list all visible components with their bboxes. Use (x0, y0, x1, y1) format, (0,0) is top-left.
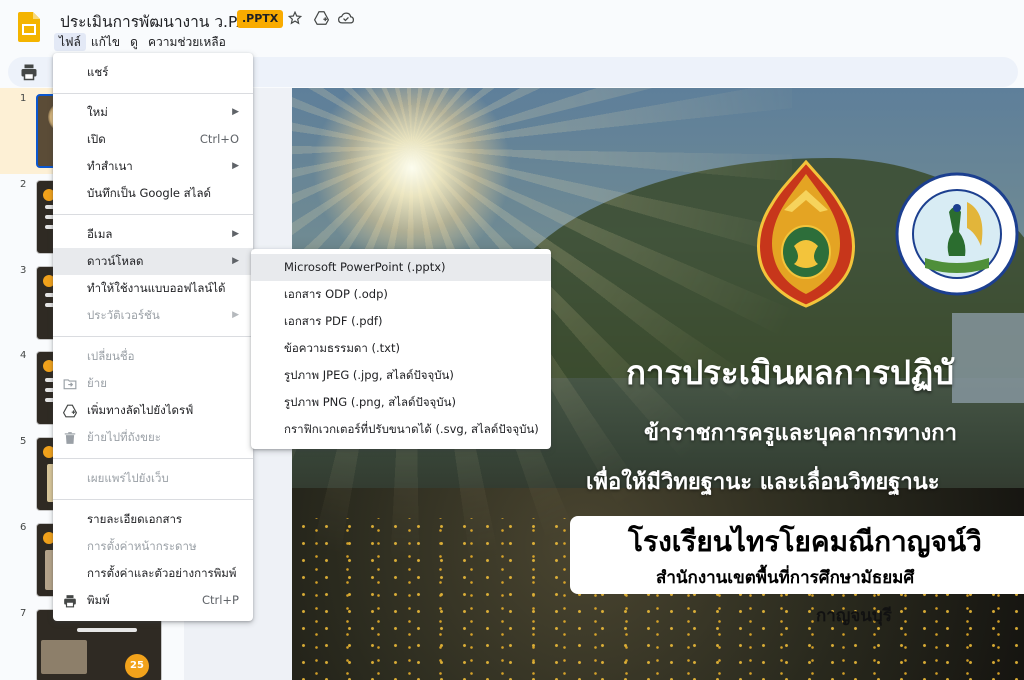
file-menu: แชร์ ใหม่ ▶ เปิด Ctrl+O ทำสำเนา ▶ บันทึกเป็… (53, 53, 253, 621)
menu-item-download[interactable]: ดาวน์โหลด ▶ (53, 248, 253, 275)
download-svg[interactable]: กราฟิกเวกเตอร์ที่ปรับขนาดได้ (.svg, สไลด… (251, 416, 551, 443)
school-name-box: โรงเรียนไทรโยคมณีกาญจน์วิ สำนักงานเขตพื้… (570, 516, 1024, 594)
slide-number: 2 (20, 179, 27, 190)
print-icon (64, 595, 76, 608)
menu-help[interactable]: ความช่วยเหลือ (143, 33, 231, 51)
download-txt[interactable]: ข้อความธรรมดา (.txt) (251, 335, 551, 362)
menu-item-publish[interactable]: เผยแพร่ไปยังเว็บ (53, 465, 253, 492)
slide-number: 4 (20, 350, 27, 361)
download-png[interactable]: รูปภาพ PNG (.png, สไลด์ปัจจุบัน) (251, 389, 551, 416)
province-name: กาญจนบุรี (816, 606, 892, 626)
trash-icon (64, 432, 76, 444)
menu-item-save-as-slides[interactable]: บันทึกเป็น Google สไลด์ (53, 180, 253, 207)
file-type-badge: .PPTX (237, 10, 284, 28)
cloud-status-icon[interactable] (336, 8, 356, 28)
school-name: โรงเรียนไทรโยคมณีกาญจน์วิ (628, 525, 982, 558)
menu-item-trash[interactable]: ย้ายไปที่ถังขยะ (53, 424, 253, 451)
document-title[interactable]: ประเมินการพัฒนางาน ว.PA (60, 9, 247, 34)
menu-item-make-copy[interactable]: ทำสำเนา ▶ (53, 153, 253, 180)
menu-item-offline[interactable]: ทำให้ใช้งานแบบออฟไลน์ได้ (53, 275, 253, 302)
submenu-arrow-icon: ▶ (232, 229, 239, 239)
menu-item-print-settings[interactable]: การตั้งค่าและตัวอย่างการพิมพ์ (53, 560, 253, 587)
menu-item-share[interactable]: แชร์ (53, 59, 253, 86)
menu-separator (53, 458, 253, 459)
menu-separator (53, 93, 253, 94)
menu-separator (53, 336, 253, 337)
print-icon[interactable] (20, 63, 38, 81)
menu-item-new[interactable]: ใหม่ ▶ (53, 99, 253, 126)
menu-separator (53, 214, 253, 215)
menu-item-email[interactable]: อีเมล ▶ (53, 221, 253, 248)
school-emblem-icon (895, 172, 1019, 296)
menu-item-version-history[interactable]: ประวัติเวอร์ชัน ▶ (53, 302, 253, 329)
menu-item-rename[interactable]: เปลี่ยนชื่อ (53, 343, 253, 370)
submenu-arrow-icon: ▶ (232, 256, 239, 266)
submenu-arrow-icon: ▶ (232, 310, 239, 320)
download-pdf[interactable]: เอกสาร PDF (.pdf) (251, 308, 551, 335)
menu-item-open[interactable]: เปิด Ctrl+O (53, 126, 253, 153)
menu-file[interactable]: ไฟล์ (54, 33, 86, 51)
download-odp[interactable]: เอกสาร ODP (.odp) (251, 281, 551, 308)
menu-edit[interactable]: แก้ไข (86, 33, 125, 51)
slide-background-building (952, 313, 1024, 403)
slide-subtitle-2: เพื่อให้มีวิทยฐานะ และเลื่อนวิทยฐานะ (586, 470, 940, 495)
menu-item-details[interactable]: รายละเอียดเอกสาร (53, 506, 253, 533)
slide-thumbnail-badge: 25 (125, 654, 149, 678)
download-pptx[interactable]: Microsoft PowerPoint (.pptx) (251, 254, 551, 281)
education-office: สำนักงานเขตพื้นที่การศึกษามัธยมศึ (656, 568, 915, 588)
move-to-drive-icon[interactable] (311, 8, 331, 28)
star-icon[interactable] (285, 8, 305, 28)
slide-title: การประเมินผลการปฏิบั (626, 353, 955, 392)
download-jpeg[interactable]: รูปภาพ JPEG (.jpg, สไลด์ปัจจุบัน) (251, 362, 551, 389)
slide-number: 1 (20, 93, 27, 104)
top-header: ประเมินการพัฒนางาน ว.PA .PPTX ไฟล์ แก้ไข… (0, 0, 1024, 54)
add-to-drive-icon (63, 404, 77, 418)
menu-item-print[interactable]: พิมพ์ Ctrl+P (53, 587, 253, 614)
menu-item-page-setup[interactable]: การตั้งค่าหน้ากระดาษ (53, 533, 253, 560)
download-submenu: Microsoft PowerPoint (.pptx) เอกสาร ODP … (251, 249, 551, 449)
slide-number: 7 (20, 608, 27, 619)
slide-number: 3 (20, 265, 27, 276)
slide-subtitle-1: ข้าราชการครูและบุคลากรทางกา (644, 421, 957, 446)
slide-number: 5 (20, 436, 27, 447)
move-folder-icon (63, 379, 77, 390)
menu-item-move[interactable]: ย้าย (53, 370, 253, 397)
slide-number: 6 (20, 522, 27, 533)
submenu-arrow-icon: ▶ (232, 161, 239, 171)
menu-item-add-shortcut[interactable]: เพิ่มทางลัดไปยังไดรฟ์ (53, 397, 253, 424)
submenu-arrow-icon: ▶ (232, 107, 239, 117)
menu-view[interactable]: ดู (125, 33, 143, 51)
menu-separator (53, 499, 253, 500)
education-ministry-emblem-icon (757, 160, 855, 308)
slides-logo-icon[interactable] (18, 12, 40, 42)
menu-bar: ไฟล์ แก้ไข ดู ความช่วยเหลือ (54, 33, 231, 51)
